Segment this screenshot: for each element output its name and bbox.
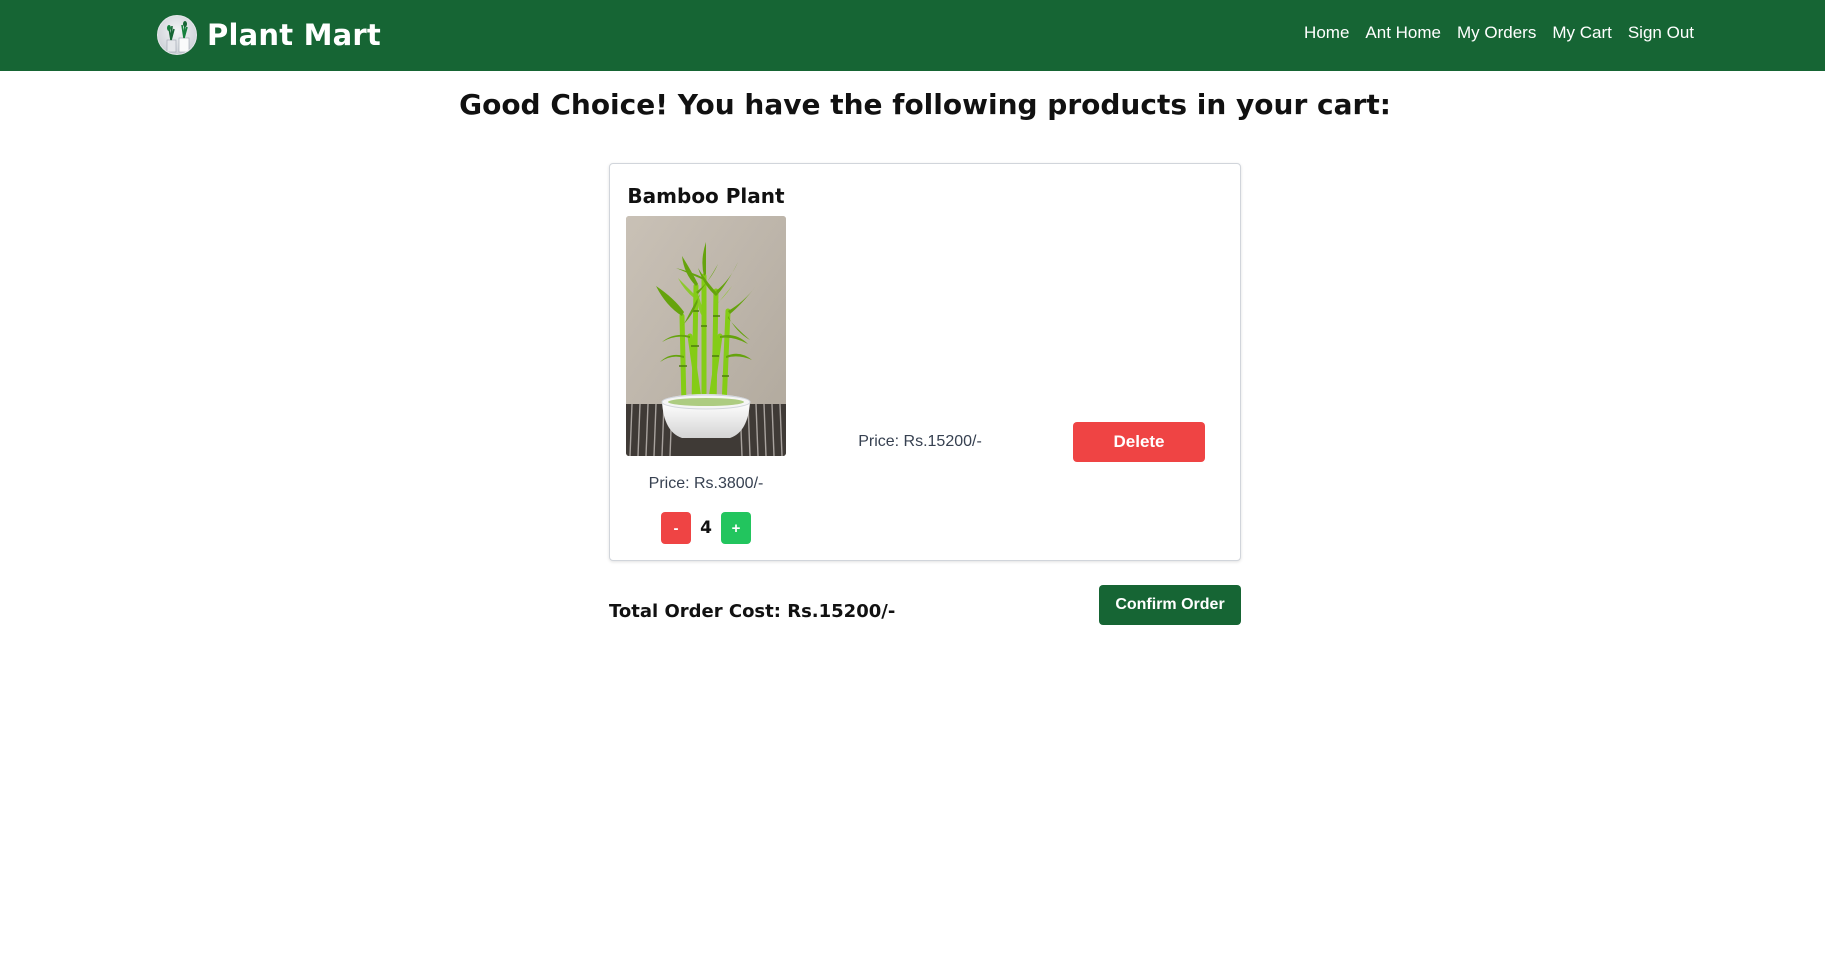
nav-link-home[interactable]: Home [1304,23,1349,43]
total-order-cost: Total Order Cost: Rs.15200/- [609,601,896,622]
confirm-order-button[interactable]: Confirm Order [1099,585,1241,625]
line-total-price: Price: Rs.15200/- [858,433,982,450]
nav-links: Home Ant Home My Orders My Cart Sign Out [1304,23,1694,43]
unit-price: Price: Rs.3800/- [648,475,764,492]
navbar: Plant Mart Home Ant Home My Orders My Ca… [0,0,1825,71]
brand-name: Plant Mart [207,18,381,52]
nav-link-sign-out[interactable]: Sign Out [1628,23,1694,43]
page-title: Good Choice! You have the following prod… [459,88,1391,121]
cart-item-card: Bamboo Plant Price: Rs.3800/- - 4 + Pric… [609,163,1241,561]
brand-link[interactable]: Plant Mart [157,14,381,56]
nav-link-my-orders[interactable]: My Orders [1457,23,1536,43]
quantity-value: 4 [700,518,712,538]
product-name: Bamboo Plant [627,184,785,208]
nav-link-ant-home[interactable]: Ant Home [1365,23,1441,43]
nav-link-my-cart[interactable]: My Cart [1552,23,1612,43]
decrease-quantity-button[interactable]: - [661,512,691,544]
potted-plant-logo-icon [157,15,197,55]
increase-quantity-button[interactable]: + [721,512,751,544]
delete-item-button[interactable]: Delete [1073,422,1205,462]
quantity-stepper: - 4 + [626,512,786,544]
bamboo-plant-image [626,216,786,456]
